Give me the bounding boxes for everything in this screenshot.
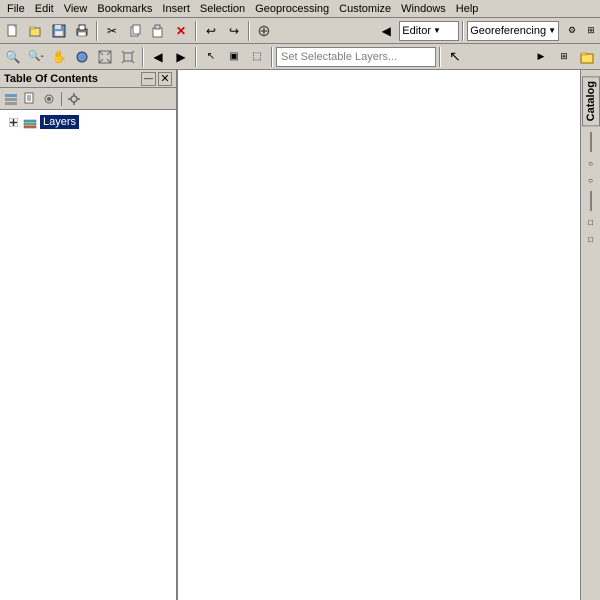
menu-customize[interactable]: Customize xyxy=(334,2,396,16)
toc-toolbar xyxy=(0,88,176,110)
toolbar-row-2: 🔍 🔍- ✋ ◀ ▶ ↖ ▣ ⬚ Set Selectable Layers..… xyxy=(0,44,600,70)
separator-1 xyxy=(96,21,98,41)
toc-content: Layers xyxy=(0,110,176,600)
right-panel: Catalog ○ ○ □ □ xyxy=(580,70,600,600)
right-separator-2 xyxy=(590,191,592,211)
open-button[interactable] xyxy=(25,20,47,42)
toc-panel: Table Of Contents — ✕ xyxy=(0,70,178,600)
toc-options-button[interactable] xyxy=(65,90,83,108)
cut-button[interactable]: ✂ xyxy=(101,20,123,42)
main-content: Table Of Contents — ✕ xyxy=(0,70,600,600)
separator-8 xyxy=(439,47,441,67)
menu-geoprocessing[interactable]: Geoprocessing xyxy=(250,2,334,16)
pan-button[interactable]: ✋ xyxy=(48,46,70,68)
redo-button[interactable]: ↪ xyxy=(223,20,245,42)
georef-dropdown-arrow: ▼ xyxy=(548,26,556,35)
layers-button[interactable]: ⊞ xyxy=(584,20,598,42)
toc-separator xyxy=(61,92,62,106)
fixed-zoom-out-button[interactable] xyxy=(117,46,139,68)
right-toolbar: ○ ○ □ □ xyxy=(583,130,599,247)
scroll-right-btn[interactable]: ▶ xyxy=(530,46,552,68)
menu-bar: File Edit View Bookmarks Insert Selectio… xyxy=(0,0,600,18)
layers-group-item[interactable]: Layers xyxy=(4,114,172,130)
toc-title: Table Of Contents xyxy=(4,73,98,85)
toc-list-view-button[interactable] xyxy=(2,90,20,108)
layers-group-icon xyxy=(23,115,37,129)
menu-help[interactable]: Help xyxy=(451,2,484,16)
toc-float-button[interactable]: — xyxy=(141,72,156,86)
zoom-in-button[interactable]: 🔍 xyxy=(2,46,24,68)
separator-3 xyxy=(248,21,250,41)
toc-source-view-button[interactable] xyxy=(21,90,39,108)
save-button[interactable] xyxy=(48,20,70,42)
menu-file[interactable]: File xyxy=(2,2,30,16)
separator-6 xyxy=(195,47,197,67)
select-features-button[interactable]: ▣ xyxy=(223,46,245,68)
fixed-zoom-in-button[interactable] xyxy=(94,46,116,68)
menu-bookmarks[interactable]: Bookmarks xyxy=(92,2,157,16)
nav-left-button[interactable]: ◀ xyxy=(375,20,397,42)
georef-dropdown[interactable]: Georeferencing ▼ xyxy=(467,21,559,41)
right-tool-4[interactable]: □ xyxy=(583,231,599,247)
right-separator-1 xyxy=(590,132,592,152)
zoom-out-button[interactable]: 🔍- xyxy=(25,46,47,68)
copy-button[interactable] xyxy=(124,20,146,42)
menu-view[interactable]: View xyxy=(59,2,93,16)
toolbar-options-btn[interactable]: ⊞ xyxy=(553,46,575,68)
select-button[interactable]: ↖ xyxy=(200,46,222,68)
forward-extent-button[interactable]: ▶ xyxy=(170,46,192,68)
undo-button[interactable]: ↩ xyxy=(200,20,222,42)
menu-edit[interactable]: Edit xyxy=(30,2,59,16)
right-tool-3[interactable]: □ xyxy=(583,214,599,230)
georef-settings-button[interactable]: ⚙ xyxy=(561,20,583,42)
delete-button[interactable]: ✕ xyxy=(170,20,192,42)
separator-2 xyxy=(195,21,197,41)
folder-btn[interactable] xyxy=(576,46,598,68)
separator-7 xyxy=(271,47,273,67)
separator-5 xyxy=(142,47,144,67)
add-data-button[interactable]: ⊕ xyxy=(253,20,275,42)
menu-selection[interactable]: Selection xyxy=(195,2,250,16)
map-area[interactable] xyxy=(178,70,580,600)
toc-visibility-view-button[interactable] xyxy=(40,90,58,108)
print-button[interactable] xyxy=(71,20,93,42)
layers-label: Layers xyxy=(40,115,79,129)
paste-button[interactable] xyxy=(147,20,169,42)
toc-close-button[interactable]: ✕ xyxy=(158,72,172,86)
expand-icon xyxy=(6,115,20,129)
editor-dropdown-arrow: ▼ xyxy=(433,26,441,35)
toc-header: Table Of Contents — ✕ xyxy=(0,70,176,88)
right-tool-2[interactable]: ○ xyxy=(583,172,599,188)
catalog-tab-button[interactable]: Catalog xyxy=(582,76,600,126)
menu-insert[interactable]: Insert xyxy=(157,2,195,16)
back-extent-button[interactable]: ◀ xyxy=(147,46,169,68)
select-cursor-button[interactable]: ↖ xyxy=(444,46,466,68)
new-button[interactable] xyxy=(2,20,24,42)
toolbar-row-1: ✂ ✕ ↩ ↪ ⊕ ◀ Editor ▼ Georeferencing ▼ ⚙ … xyxy=(0,18,600,44)
selectable-layers-input[interactable]: Set Selectable Layers... xyxy=(276,47,436,67)
select-box-button[interactable]: ⬚ xyxy=(246,46,268,68)
full-extent-button[interactable] xyxy=(71,46,93,68)
menu-windows[interactable]: Windows xyxy=(396,2,451,16)
right-tool-1[interactable]: ○ xyxy=(583,155,599,171)
separator-4 xyxy=(462,21,464,41)
editor-dropdown[interactable]: Editor ▼ xyxy=(399,21,459,41)
